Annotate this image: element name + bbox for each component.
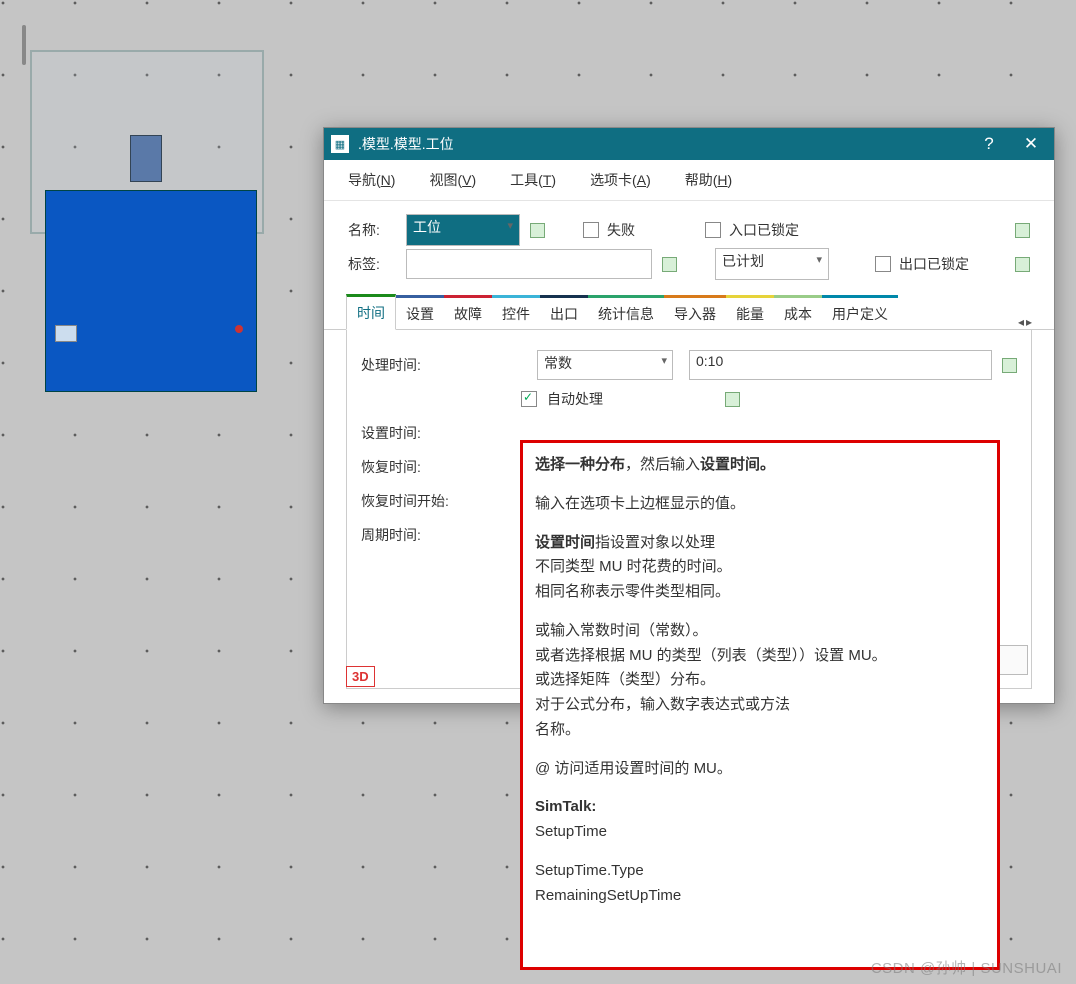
tab-user[interactable]: 用户定义: [822, 295, 898, 330]
setup-time-label: 设置时间:: [361, 423, 481, 443]
recover-time-label: 恢复时间:: [361, 457, 481, 477]
tag-label: 标签:: [348, 254, 396, 274]
name-input[interactable]: 工位: [406, 214, 520, 246]
tag-indicator[interactable]: [662, 257, 677, 272]
menu-tabs[interactable]: 选项卡(A): [590, 170, 651, 190]
tag-input[interactable]: [406, 249, 652, 279]
3d-button[interactable]: 3D: [346, 666, 375, 687]
tabs: 时间 设置 故障 控件 出口 统计信息 导入器 能量 成本 用户定义 ◂ ▸: [324, 293, 1054, 330]
menu-nav[interactable]: 导航(N): [348, 170, 395, 190]
tab-ctrl[interactable]: 控件: [492, 295, 540, 330]
entry-indicator[interactable]: [1015, 223, 1030, 238]
menu-tools[interactable]: 工具(T): [510, 170, 556, 190]
help-button[interactable]: ?: [972, 134, 1006, 154]
menubar: 导航(N) 视图(V) 工具(T) 选项卡(A) 帮助(H): [324, 160, 1054, 201]
close-button[interactable]: ✕: [1014, 134, 1048, 154]
tab-fault[interactable]: 故障: [444, 295, 492, 330]
auto-process-checkbox[interactable]: 自动处理: [521, 389, 740, 409]
exit-indicator[interactable]: [1015, 257, 1030, 272]
tab-cost[interactable]: 成本: [774, 295, 822, 330]
proc-time-label: 处理时间:: [361, 355, 481, 375]
name-indicator[interactable]: [530, 223, 545, 238]
planned-select[interactable]: 已计划: [715, 248, 829, 280]
proc-time-type[interactable]: 常数: [537, 350, 673, 380]
auto-indicator[interactable]: [725, 392, 740, 407]
tabs-scroll-right[interactable]: ▸: [1026, 315, 1032, 329]
window-title: .模型.模型.工位: [358, 134, 964, 154]
name-label: 名称:: [348, 220, 396, 240]
help-tooltip: 选择一种分布，然后输入设置时间。 输入在选项卡上边框显示的值。 设置时间指设置对…: [520, 440, 1000, 970]
cycle-time-label: 周期时间:: [361, 525, 481, 545]
proc-time-value[interactable]: 0:10: [689, 350, 992, 380]
machine-model: [20, 25, 270, 375]
exit-locked-checkbox[interactable]: 出口已锁定: [875, 254, 969, 274]
tab-exit[interactable]: 出口: [540, 295, 588, 330]
titlebar[interactable]: ▦ .模型.模型.工位 ? ✕: [324, 128, 1054, 160]
tabs-scroll-left[interactable]: ◂: [1018, 315, 1024, 329]
fail-checkbox[interactable]: 失败: [583, 220, 635, 240]
entry-locked-checkbox[interactable]: 入口已锁定: [705, 220, 799, 240]
tab-importer[interactable]: 导入器: [664, 295, 726, 330]
tab-stats[interactable]: 统计信息: [588, 295, 664, 330]
recover-start-label: 恢复时间开始:: [361, 491, 481, 511]
menu-help[interactable]: 帮助(H): [685, 170, 732, 190]
window-icon: ▦: [330, 134, 350, 154]
tab-time[interactable]: 时间: [346, 294, 396, 330]
watermark: CSDN @孙帅 | SUNSHUAI: [871, 957, 1062, 978]
tab-energy[interactable]: 能量: [726, 295, 774, 330]
menu-view[interactable]: 视图(V): [429, 170, 476, 190]
tab-setup[interactable]: 设置: [396, 295, 444, 330]
proc-indicator[interactable]: [1002, 358, 1017, 373]
